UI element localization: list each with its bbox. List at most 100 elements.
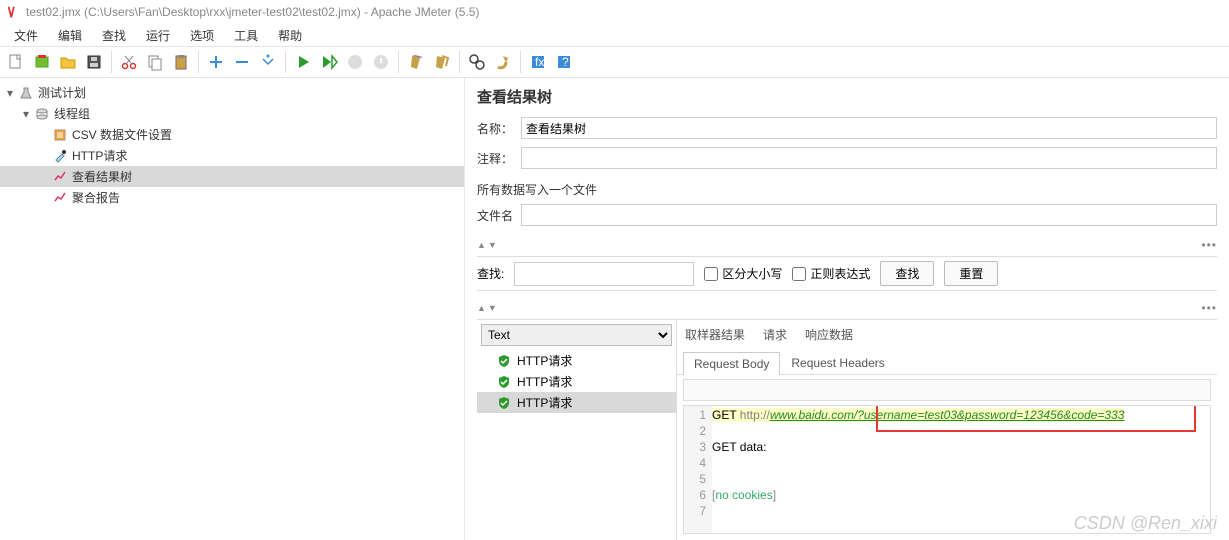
name-input[interactable] [521, 117, 1217, 139]
success-icon [497, 354, 511, 368]
tree-node-threadgroup[interactable]: ▾ 线程组 [0, 103, 464, 124]
filename-input[interactable] [521, 204, 1217, 226]
menu-run[interactable]: 运行 [136, 25, 180, 46]
tree-node-aggregate[interactable]: 聚合报告 [0, 187, 464, 208]
pipette-icon [52, 148, 68, 164]
window-title: test02.jmx (C:\Users\Fan\Desktop\rxx\jme… [26, 5, 479, 19]
find-button[interactable]: 查找 [880, 261, 934, 286]
expander-bar-2[interactable]: ▲ ▼ ••• [477, 301, 1217, 315]
menubar: 文件 编辑 查找 运行 选项 工具 帮助 [0, 24, 1229, 46]
search-row: 查找: 区分大小写 正则表达式 查找 重置 [477, 256, 1217, 291]
sample-row[interactable]: HTTP请求 [477, 371, 676, 392]
renderer-select[interactable]: Text [481, 324, 672, 346]
flask-icon [18, 85, 34, 101]
collapse-button[interactable] [230, 50, 254, 74]
name-label: 名称： [477, 120, 513, 137]
comment-label: 注释： [477, 150, 513, 167]
expander-bar[interactable]: ▲ ▼ ••• [477, 238, 1217, 252]
tab-sampler[interactable]: 取样器结果 [683, 324, 747, 347]
start-no-timers-button[interactable] [317, 50, 341, 74]
tree-label: CSV 数据文件设置 [70, 126, 172, 143]
success-icon [497, 375, 511, 389]
file-section-label: 所有数据写入一个文件 [477, 181, 1217, 198]
save-button[interactable] [82, 50, 106, 74]
svg-text:?: ? [562, 55, 569, 69]
tree-label: 线程组 [52, 105, 90, 122]
sample-row[interactable]: HTTP请求 [477, 350, 676, 371]
menu-tools[interactable]: 工具 [224, 25, 268, 46]
cut-button[interactable] [117, 50, 141, 74]
twisty-down-icon[interactable]: ▾ [20, 107, 32, 121]
search-button[interactable] [465, 50, 489, 74]
tab-request-headers[interactable]: Request Headers [780, 351, 895, 374]
sample-label: HTTP请求 [517, 373, 572, 390]
content: ▾ 测试计划 ▾ 线程组 CSV 数据文件设置 HTTP请求 查看结果树 聚合报… [0, 78, 1229, 540]
help-button[interactable]: ? [552, 50, 576, 74]
tree-node-resulttree[interactable]: 查看结果树 [0, 166, 464, 187]
comment-input[interactable] [521, 147, 1217, 169]
regex-checkbox[interactable]: 正则表达式 [792, 265, 870, 282]
spool-icon [34, 106, 50, 122]
triangle-up-icon: ▲ [477, 240, 486, 250]
new-button[interactable] [4, 50, 28, 74]
stop-button[interactable] [343, 50, 367, 74]
titlebar: test02.jmx (C:\Users\Fan\Desktop\rxx\jme… [0, 0, 1229, 24]
more-icon[interactable]: ••• [1201, 301, 1217, 315]
templates-button[interactable] [30, 50, 54, 74]
reset-button[interactable]: 重置 [944, 261, 998, 286]
graph-icon [52, 169, 68, 185]
copy-button[interactable] [143, 50, 167, 74]
tree-label: 查看结果树 [70, 168, 132, 185]
toggle-button[interactable] [256, 50, 280, 74]
results-tree: Text HTTP请求 HTTP请求 HTTP请求 [477, 320, 677, 540]
menu-edit[interactable]: 编辑 [48, 25, 92, 46]
start-button[interactable] [291, 50, 315, 74]
tree-node-csv[interactable]: CSV 数据文件设置 [0, 124, 464, 145]
menu-file[interactable]: 文件 [4, 25, 48, 46]
test-plan-tree[interactable]: ▾ 测试计划 ▾ 线程组 CSV 数据文件设置 HTTP请求 查看结果树 聚合报… [0, 78, 465, 540]
request-subtabs: Request Body Request Headers [677, 347, 1217, 375]
detail-tabs: 取样器结果 请求 响应数据 [677, 320, 1217, 347]
app-icon [6, 5, 20, 19]
tree-node-testplan[interactable]: ▾ 测试计划 [0, 82, 464, 103]
tab-request[interactable]: 请求 [761, 324, 789, 347]
watermark: CSDN @Ren_xixi [1074, 513, 1217, 534]
toolbar: fx ? [0, 46, 1229, 78]
results-area: Text HTTP请求 HTTP请求 HTTP请求 取样器结果 [477, 319, 1217, 540]
clear-all-button[interactable] [430, 50, 454, 74]
expand-button[interactable] [204, 50, 228, 74]
search-input[interactable] [514, 262, 694, 286]
twisty-down-icon[interactable]: ▾ [4, 86, 16, 100]
sample-row[interactable]: HTTP请求 [477, 392, 676, 413]
success-icon [497, 396, 511, 410]
menu-help[interactable]: 帮助 [268, 25, 312, 46]
triangle-up-icon: ▲ [477, 303, 486, 313]
function-helper-button[interactable]: fx [526, 50, 550, 74]
menu-search[interactable]: 查找 [92, 25, 136, 46]
shutdown-button[interactable] [369, 50, 393, 74]
svg-text:fx: fx [535, 55, 544, 69]
sample-label: HTTP请求 [517, 394, 572, 411]
menu-options[interactable]: 选项 [180, 25, 224, 46]
triangle-down-icon: ▼ [488, 240, 497, 250]
reset-search-button[interactable] [491, 50, 515, 74]
case-checkbox[interactable]: 区分大小写 [704, 265, 782, 282]
result-detail: 取样器结果 请求 响应数据 Request Body Request Heade… [677, 320, 1217, 540]
csv-icon [52, 127, 68, 143]
tree-label: 聚合报告 [70, 189, 120, 206]
tree-label: HTTP请求 [70, 147, 127, 164]
more-icon[interactable]: ••• [1201, 238, 1217, 252]
filename-label: 文件名 [477, 207, 513, 224]
open-button[interactable] [56, 50, 80, 74]
panel-title: 查看结果树 [477, 86, 1217, 107]
tab-response[interactable]: 响应数据 [803, 324, 855, 347]
triangle-down-icon: ▼ [488, 303, 497, 313]
sample-label: HTTP请求 [517, 352, 572, 369]
right-panel: 查看结果树 名称： 注释： 所有数据写入一个文件 文件名 ▲ ▼ ••• 查找:… [465, 78, 1229, 540]
tab-request-body[interactable]: Request Body [683, 352, 780, 375]
editor-toolbar [683, 379, 1211, 401]
search-label: 查找: [477, 265, 504, 282]
tree-node-http[interactable]: HTTP请求 [0, 145, 464, 166]
paste-button[interactable] [169, 50, 193, 74]
clear-button[interactable] [404, 50, 428, 74]
